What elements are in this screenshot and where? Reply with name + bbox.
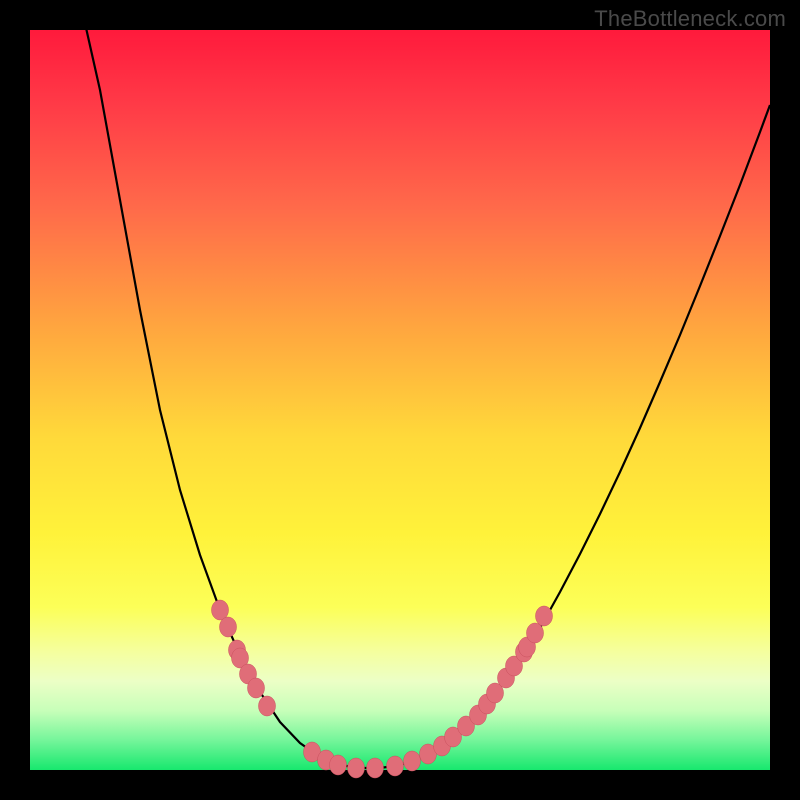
data-point xyxy=(404,751,421,771)
watermark-text: TheBottleneck.com xyxy=(594,6,786,32)
chart-frame: TheBottleneck.com xyxy=(0,0,800,800)
data-point xyxy=(367,758,384,778)
data-point xyxy=(348,758,365,778)
data-point xyxy=(387,756,404,776)
chart-overlay xyxy=(30,30,770,770)
data-point xyxy=(259,696,276,716)
data-point xyxy=(527,623,544,643)
data-point xyxy=(330,755,347,775)
data-point xyxy=(220,617,237,637)
bottleneck-curve xyxy=(82,10,770,768)
data-point xyxy=(536,606,553,626)
data-point xyxy=(248,678,265,698)
data-points-group xyxy=(212,600,553,778)
data-point xyxy=(212,600,229,620)
